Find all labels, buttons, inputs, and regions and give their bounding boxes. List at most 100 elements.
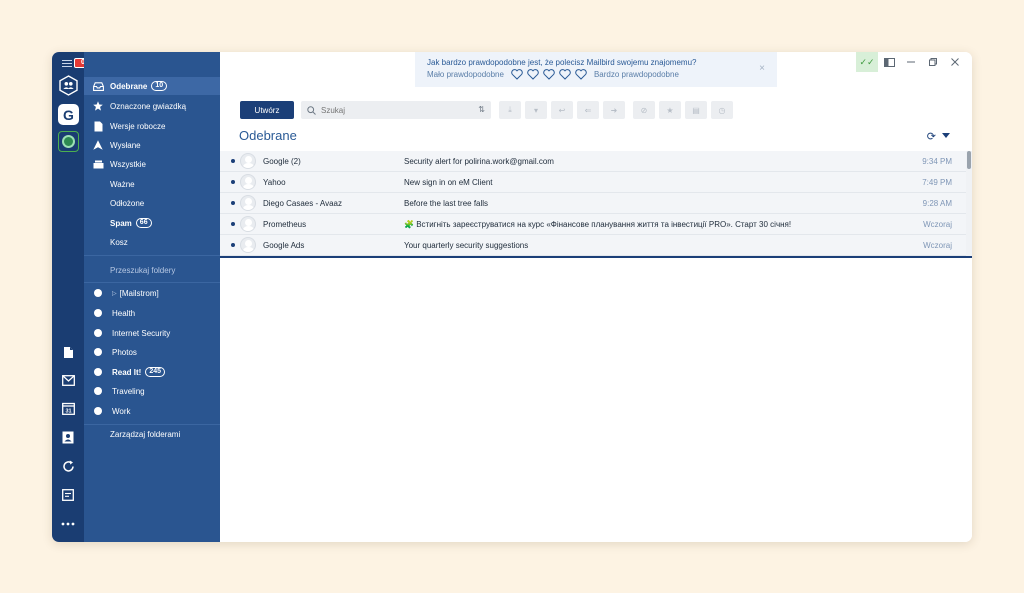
folder-label: Odłożone bbox=[110, 198, 145, 208]
avatar bbox=[240, 195, 256, 211]
other-account[interactable] bbox=[58, 131, 79, 152]
mail-app-button[interactable] bbox=[60, 372, 76, 388]
heart-icon bbox=[559, 69, 571, 80]
minimize-button[interactable] bbox=[900, 52, 922, 72]
folder-important[interactable]: Ważne bbox=[84, 175, 220, 193]
notes-app-button[interactable] bbox=[60, 487, 76, 503]
scrollbar-thumb[interactable] bbox=[967, 151, 971, 169]
unread-count: 245 bbox=[145, 367, 166, 377]
download-button[interactable]: ⤓ bbox=[499, 101, 521, 119]
move-button[interactable]: ▤ bbox=[685, 101, 707, 119]
restore-button[interactable] bbox=[922, 52, 944, 72]
move-icon: ▤ bbox=[692, 105, 700, 115]
double-check-icon: ✓✓ bbox=[859, 56, 875, 67]
minimize-icon bbox=[907, 61, 915, 63]
folder-spam[interactable]: Spam 66 bbox=[84, 214, 220, 232]
label-mailstrom[interactable]: ▷ [Mailstrom] bbox=[84, 284, 220, 302]
unread-count: 66 bbox=[135, 218, 152, 228]
heart-rating-3[interactable] bbox=[543, 69, 555, 80]
unified-inbox-account[interactable] bbox=[58, 75, 79, 96]
calendar-app-button[interactable]: 31 bbox=[60, 400, 76, 416]
message-row[interactable]: Diego Casaes - Avaaz Before the last tre… bbox=[220, 193, 966, 214]
snooze-icon: ◷ bbox=[718, 105, 726, 115]
archive-button[interactable]: ▾ bbox=[525, 101, 547, 119]
google-account[interactable]: G bbox=[58, 104, 79, 125]
message-row[interactable]: Yahoo New sign in on eM Client 7:49 PM bbox=[220, 172, 966, 193]
notes-icon bbox=[62, 489, 74, 501]
survey-close-icon[interactable]: × bbox=[759, 63, 765, 74]
folder-starred[interactable]: Oznaczone gwiazdką bbox=[84, 97, 220, 115]
refresh-icon[interactable]: ⟳ bbox=[927, 130, 936, 143]
heart-rating-2[interactable] bbox=[527, 69, 539, 80]
folder-label: Health bbox=[112, 308, 136, 318]
panel-toggle-button[interactable] bbox=[878, 52, 900, 72]
main-menu-button[interactable]: 0 bbox=[60, 57, 92, 69]
message-subject: Security alert for polirina.work@gmail.c… bbox=[404, 156, 554, 166]
folder-drafts[interactable]: Wersje robocze bbox=[84, 117, 220, 135]
heart-rating-5[interactable] bbox=[575, 69, 587, 80]
forward-button[interactable]: ➜ bbox=[603, 101, 625, 119]
folder-all-mail[interactable]: Wszystkie bbox=[84, 155, 220, 173]
message-time: Wczoraj bbox=[923, 219, 952, 229]
label-internet-security[interactable]: Internet Security bbox=[84, 324, 220, 342]
survey-question: Jak bardzo prawdopodobne jest, że poleci… bbox=[427, 58, 697, 67]
folder-label: Photos bbox=[112, 347, 137, 357]
search-input[interactable] bbox=[321, 105, 471, 115]
heart-rating-1[interactable] bbox=[511, 69, 523, 80]
avatar bbox=[240, 174, 256, 190]
chevron-down-icon[interactable] bbox=[942, 133, 950, 138]
file-app-button[interactable] bbox=[60, 344, 76, 360]
message-row[interactable]: Google Ads Your quarterly security sugge… bbox=[220, 235, 966, 256]
unread-indicator-icon bbox=[231, 159, 235, 163]
spam-button[interactable]: ⊘ bbox=[633, 101, 655, 119]
contacts-app-button[interactable] bbox=[60, 429, 76, 445]
snooze-button[interactable]: ◷ bbox=[711, 101, 733, 119]
avatar bbox=[240, 216, 256, 232]
message-subject: Before the last tree falls bbox=[404, 198, 489, 208]
sort-icon[interactable]: ⇅ bbox=[478, 105, 485, 114]
compose-button[interactable]: Utwórz bbox=[240, 101, 294, 119]
people-icon bbox=[59, 75, 78, 96]
message-row[interactable]: Google (2) Security alert for polirina.w… bbox=[220, 151, 966, 172]
message-time: 9:28 AM bbox=[922, 198, 952, 208]
star-button[interactable]: ★ bbox=[659, 101, 681, 119]
unread-indicator-icon bbox=[231, 243, 235, 247]
message-list-scrollbar[interactable] bbox=[966, 151, 972, 256]
more-apps-button[interactable] bbox=[60, 516, 76, 532]
message-row[interactable]: Prometheus 🧩 Встигніть зареєструватися н… bbox=[220, 214, 966, 235]
folder-inbox[interactable]: Odebrane 10 bbox=[84, 77, 220, 95]
message-subject: New sign in on eM Client bbox=[404, 177, 493, 187]
window-controls: ✓✓ bbox=[856, 52, 966, 72]
label-work[interactable]: Work bbox=[84, 402, 220, 420]
folder-trash[interactable]: Kosz bbox=[84, 233, 220, 251]
label-read-it[interactable]: Read It! 245 bbox=[84, 363, 220, 381]
label-photos[interactable]: Photos bbox=[84, 343, 220, 361]
label-dot-icon bbox=[94, 289, 102, 297]
reply-all-icon: ⇐ bbox=[584, 105, 592, 115]
message-time: 9:34 PM bbox=[922, 156, 952, 166]
close-button[interactable] bbox=[944, 52, 966, 72]
reply-button[interactable]: ↩ bbox=[551, 101, 573, 119]
manage-folders-link[interactable]: Zarządzaj folderami bbox=[110, 430, 180, 439]
folder-snoozed[interactable]: Odłożone bbox=[84, 194, 220, 212]
heart-rating-4[interactable] bbox=[559, 69, 571, 80]
folder-label: Kosz bbox=[110, 237, 128, 247]
reply-all-button[interactable]: ⇐ bbox=[577, 101, 599, 119]
message-toolbar: ⤓ ▾ ↩ ⇐ ➜ ⊘ ★ ▤ ◷ bbox=[499, 101, 737, 119]
survey-rating-row: Mało prawdopodobne Bardzo prawdopodobne bbox=[427, 69, 679, 80]
expand-caret-icon[interactable]: ▷ bbox=[112, 290, 117, 297]
search-folders-link[interactable]: Przeszukaj foldery bbox=[110, 266, 175, 275]
folder-sent[interactable]: Wysłane bbox=[84, 136, 220, 154]
star-icon bbox=[91, 100, 105, 112]
avatar bbox=[240, 153, 256, 169]
checkmark-button[interactable]: ✓✓ bbox=[856, 52, 878, 72]
contacts-icon bbox=[62, 431, 74, 443]
star-icon: ★ bbox=[666, 105, 674, 115]
label-traveling[interactable]: Traveling bbox=[84, 382, 220, 400]
label-health[interactable]: Health bbox=[84, 304, 220, 322]
reply-icon: ↩ bbox=[558, 105, 566, 115]
refresh-app-button[interactable] bbox=[60, 458, 76, 474]
survey-low-label: Mało prawdopodobne bbox=[427, 70, 504, 79]
list-divider[interactable] bbox=[220, 256, 972, 258]
survey-high-label: Bardzo prawdopodobne bbox=[593, 70, 679, 79]
